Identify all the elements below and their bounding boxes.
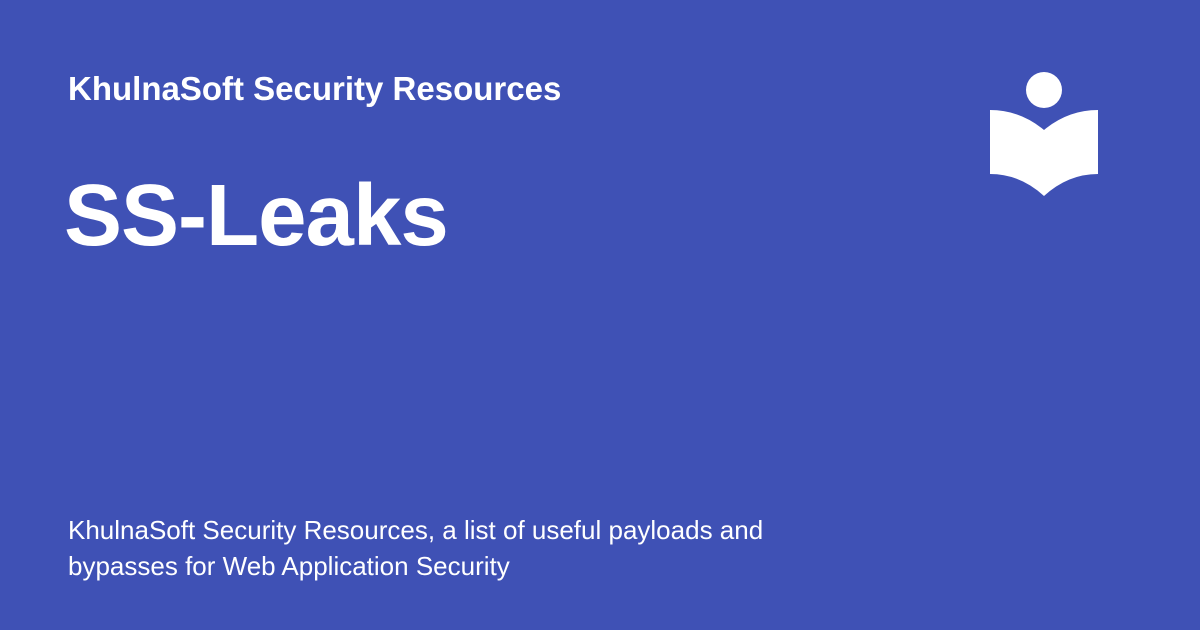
- page-title: SS-Leaks: [64, 167, 449, 264]
- site-name: KhulnaSoft Security Resources: [68, 70, 562, 107]
- social-card: KhulnaSoft Security Resources SS-Leaks K…: [0, 0, 1200, 630]
- description: KhulnaSoft Security Resources, a list of…: [68, 515, 764, 581]
- reader-book-icon: [990, 72, 1098, 196]
